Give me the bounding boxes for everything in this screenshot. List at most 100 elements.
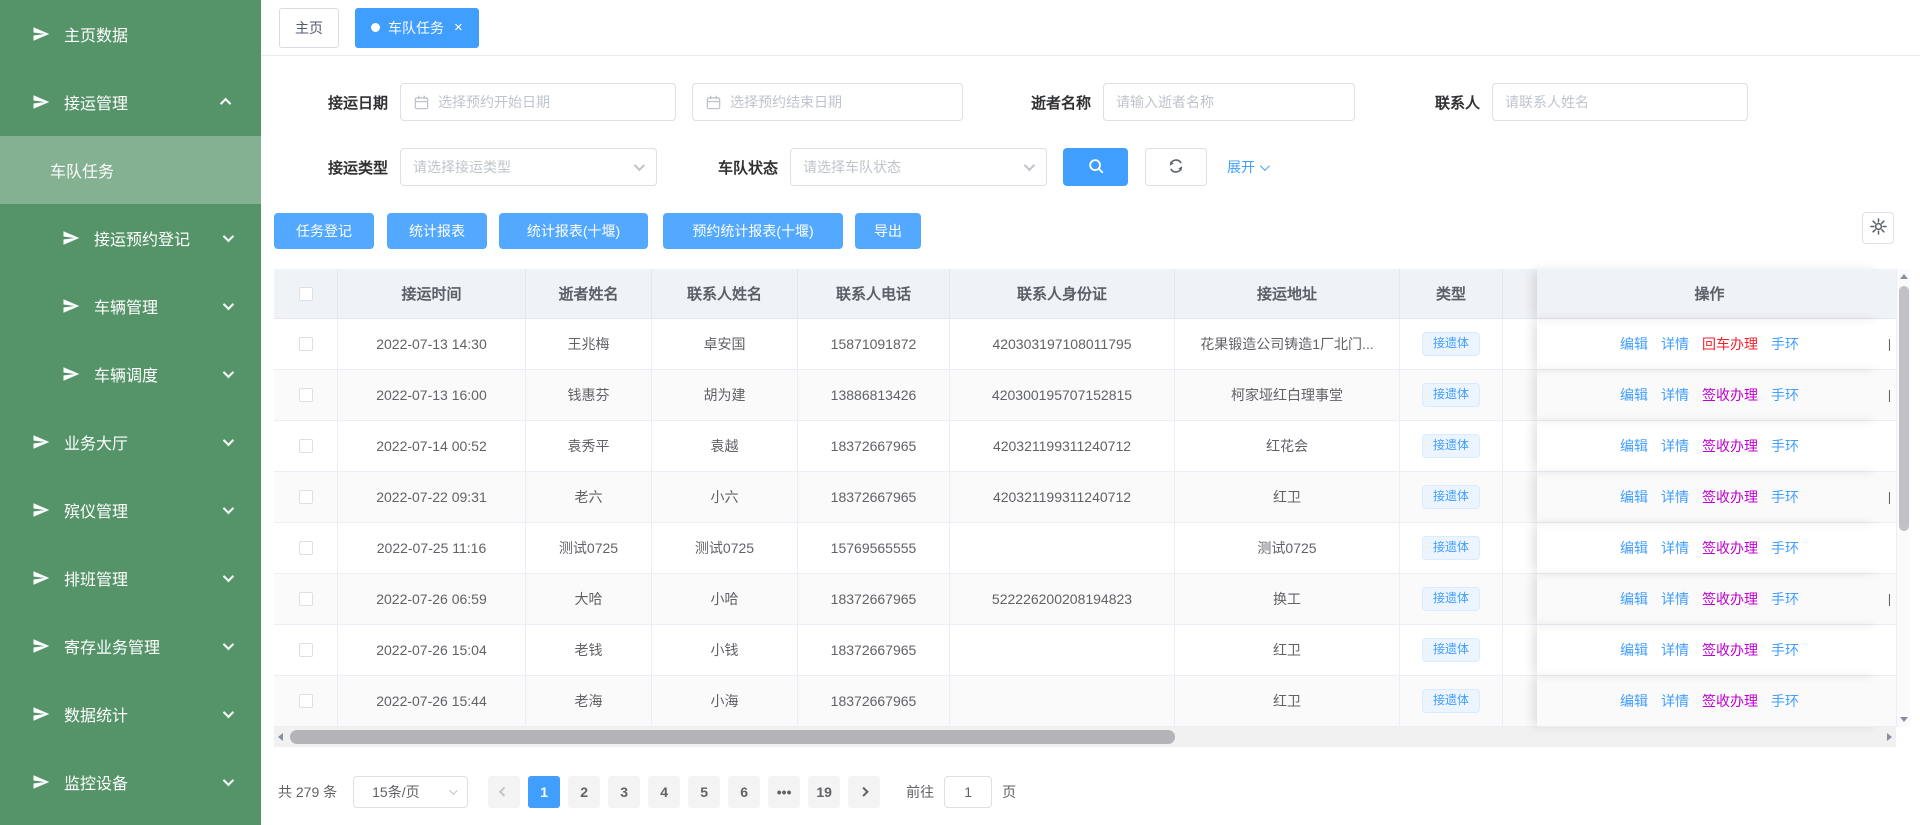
row-checkbox[interactable]: [299, 439, 313, 453]
sidebar-item-funeral-management[interactable]: 殡仪管理: [0, 476, 261, 544]
contact-name-input[interactable]: 请联系人姓名: [1492, 83, 1748, 121]
sidebar-item-pickup-reservation[interactable]: 接运预约登记: [0, 204, 261, 272]
vertical-scrollbar[interactable]: [1896, 269, 1910, 727]
sidebar-item-label: 监控设备: [64, 770, 128, 794]
deceased-name-input[interactable]: 请输入逝者名称: [1103, 83, 1355, 121]
op-sign-accept-link[interactable]: 签收办理: [1702, 538, 1758, 558]
pickup-date-end-input[interactable]: 选择预约结束日期: [692, 83, 963, 121]
op-sign-accept-link[interactable]: 签收办理: [1702, 640, 1758, 660]
row-checkbox[interactable]: [299, 694, 313, 708]
op-edit-link[interactable]: 编辑: [1620, 334, 1648, 354]
op-wristband-link[interactable]: 手环: [1771, 436, 1799, 456]
row-checkbox[interactable]: [299, 643, 313, 657]
page-button-3[interactable]: 3: [608, 776, 640, 808]
sidebar-item-vehicle-dispatch[interactable]: 车辆调度: [0, 340, 261, 408]
page-button-1[interactable]: 1: [528, 776, 560, 808]
task-register-button[interactable]: 任务登记: [274, 213, 374, 249]
export-button[interactable]: 导出: [855, 213, 921, 249]
op-detail-link[interactable]: 详情: [1661, 436, 1689, 456]
expand-link[interactable]: 展开: [1227, 157, 1267, 177]
op-detail-link[interactable]: 详情: [1661, 385, 1689, 405]
op-sign-accept-link[interactable]: 签收办理: [1702, 487, 1758, 507]
cell-text: 柯家垭红白理事堂: [1231, 385, 1343, 405]
scroll-up-arrow-icon[interactable]: [1900, 274, 1908, 279]
op-wristband-link[interactable]: 手环: [1771, 487, 1799, 507]
stats-report-button[interactable]: 统计报表: [387, 213, 487, 249]
horizontal-scrollbar-thumb[interactable]: [290, 730, 1175, 744]
op-detail-link[interactable]: 详情: [1661, 487, 1689, 507]
op-edit-link[interactable]: 编辑: [1620, 487, 1648, 507]
page-button-2[interactable]: 2: [568, 776, 600, 808]
op-wristband-link[interactable]: 手环: [1771, 334, 1799, 354]
op-edit-link[interactable]: 编辑: [1620, 589, 1648, 609]
op-edit-link[interactable]: 编辑: [1620, 385, 1648, 405]
select-all-checkbox[interactable]: [299, 287, 313, 301]
scroll-right-arrow-icon[interactable]: [1887, 733, 1892, 741]
column-settings-button[interactable]: [1862, 212, 1894, 244]
row-checkbox[interactable]: [299, 388, 313, 402]
op-sign-accept-link[interactable]: 签收办理: [1702, 691, 1758, 711]
row-checkbox[interactable]: [299, 541, 313, 555]
fleet-status-select[interactable]: 请选择车队状态: [790, 148, 1047, 186]
tab-fleet-tasks[interactable]: 车队任务 ×: [355, 8, 479, 48]
op-detail-link[interactable]: 详情: [1661, 640, 1689, 660]
sidebar-item-monitoring-devices[interactable]: 监控设备: [0, 748, 261, 816]
search-button[interactable]: [1063, 148, 1128, 186]
page-button-4[interactable]: 4: [648, 776, 680, 808]
op-detail-link[interactable]: 详情: [1661, 334, 1689, 354]
row-checkbox[interactable]: [299, 592, 313, 606]
op-wristband-link[interactable]: 手环: [1771, 691, 1799, 711]
op-edit-link[interactable]: 编辑: [1620, 538, 1648, 558]
cell-spacer: [1503, 421, 1537, 472]
tab-label: 车队任务: [388, 18, 444, 38]
close-icon[interactable]: ×: [454, 20, 463, 35]
scroll-left-arrow-icon[interactable]: [278, 733, 283, 741]
more-pages-button[interactable]: •••: [768, 776, 800, 808]
op-edit-link[interactable]: 编辑: [1620, 436, 1648, 456]
sidebar-item-data-statistics[interactable]: 数据统计: [0, 680, 261, 748]
reserve-report-shiyan-button[interactable]: 预约统计报表(十堰): [663, 213, 843, 249]
op-sign-accept-link[interactable]: 签收办理: [1702, 436, 1758, 456]
row-checkbox[interactable]: [299, 337, 313, 351]
op-sign-accept-link[interactable]: 签收办理: [1702, 385, 1758, 405]
sidebar-item-vehicle-management[interactable]: 车辆管理: [0, 272, 261, 340]
page-button-19[interactable]: 19: [808, 776, 840, 808]
page-button-5[interactable]: 5: [688, 776, 720, 808]
op-return-car-link[interactable]: 回车办理: [1702, 334, 1758, 354]
op-wristband-link[interactable]: 手环: [1771, 385, 1799, 405]
sidebar-item-storage-management[interactable]: 寄存业务管理: [0, 612, 261, 680]
sidebar-item-home-data[interactable]: 主页数据: [0, 0, 261, 68]
stats-report-shiyan-button[interactable]: 统计报表(十堰): [499, 213, 648, 249]
sidebar-item-fleet-tasks[interactable]: 车队任务: [0, 136, 261, 204]
page-button-6[interactable]: 6: [728, 776, 760, 808]
tab-home[interactable]: 主页: [279, 8, 339, 48]
op-edit-link[interactable]: 编辑: [1620, 691, 1648, 711]
paper-plane-icon: [62, 297, 80, 315]
vertical-scrollbar-thumb[interactable]: [1899, 286, 1909, 531]
op-detail-link[interactable]: 详情: [1661, 691, 1689, 711]
sidebar-item-business-hall[interactable]: 业务大厅: [0, 408, 261, 476]
op-sign-accept-link[interactable]: 签收办理: [1702, 589, 1758, 609]
cell-checkbox: [274, 472, 338, 523]
scroll-down-arrow-icon[interactable]: [1900, 717, 1908, 722]
cell-spacer: [1503, 625, 1537, 676]
cell-address: 红花会: [1175, 421, 1400, 472]
op-wristband-link[interactable]: 手环: [1771, 640, 1799, 660]
sidebar-item-transport-management[interactable]: 接运管理: [0, 68, 261, 136]
horizontal-scrollbar[interactable]: [274, 727, 1896, 747]
op-edit-link[interactable]: 编辑: [1620, 640, 1648, 660]
prev-page-button[interactable]: [488, 776, 520, 808]
next-page-button[interactable]: [848, 776, 880, 808]
page-size-select[interactable]: 15条/页: [353, 776, 468, 808]
row-checkbox[interactable]: [299, 490, 313, 504]
sidebar-item-shift-management[interactable]: 排班管理: [0, 544, 261, 612]
op-detail-link[interactable]: 详情: [1661, 538, 1689, 558]
refresh-button[interactable]: [1145, 148, 1207, 186]
op-wristband-link[interactable]: 手环: [1771, 538, 1799, 558]
op-wristband-link[interactable]: 手环: [1771, 589, 1799, 609]
pickup-date-start-input[interactable]: 选择预约开始日期: [400, 83, 676, 121]
paper-plane-icon: [32, 433, 50, 451]
pickup-type-select[interactable]: 请选择接运类型: [400, 148, 657, 186]
goto-page-input[interactable]: [944, 776, 992, 808]
op-detail-link[interactable]: 详情: [1661, 589, 1689, 609]
